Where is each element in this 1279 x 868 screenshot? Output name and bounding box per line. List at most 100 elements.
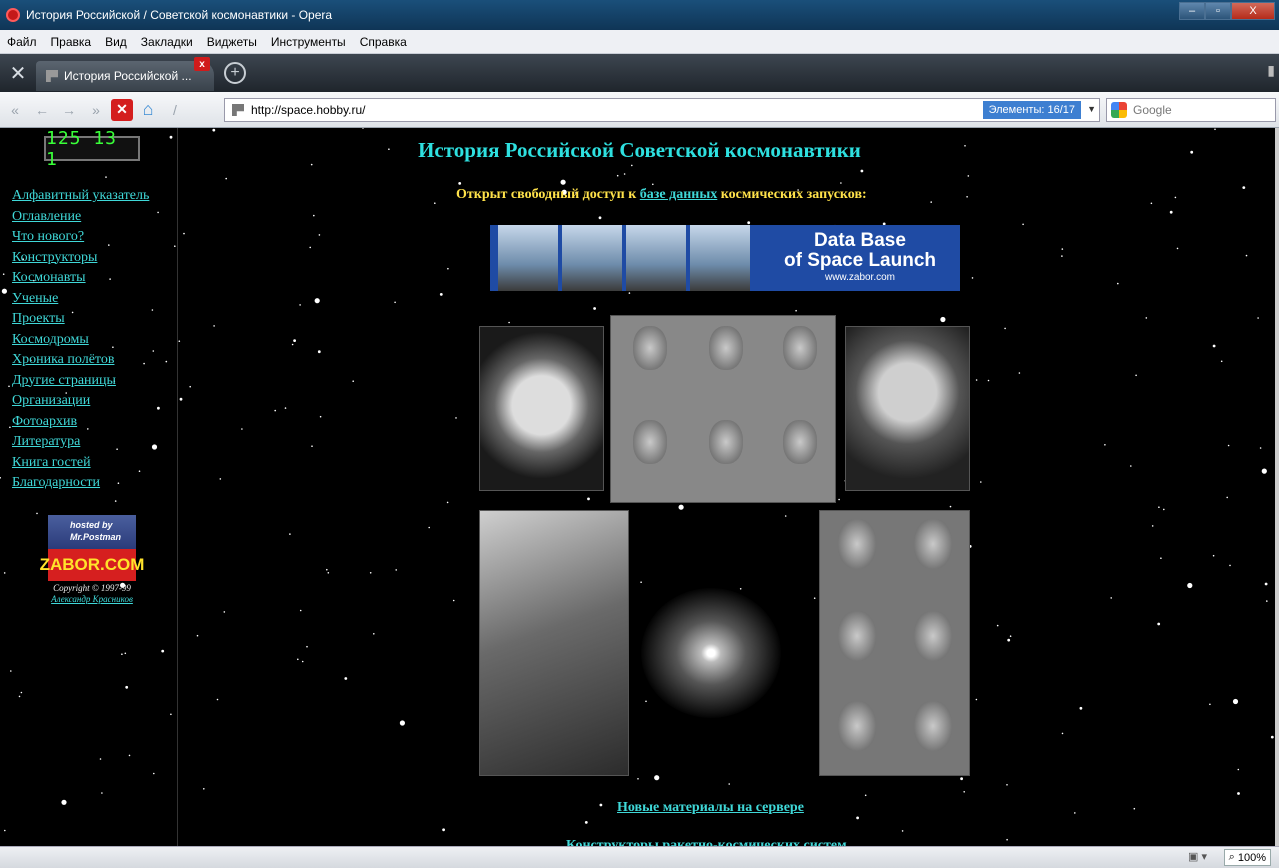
link-guestbook[interactable]: Книга гостей: [12, 453, 149, 474]
star: [225, 177, 227, 180]
rocket-photo-1: [498, 225, 558, 291]
sidebar: 125 13 1 Алфавитный указатель Оглавление…: [0, 128, 178, 846]
database-link[interactable]: базе данных: [640, 187, 718, 202]
star: [616, 174, 619, 177]
star: [1130, 465, 1132, 467]
link-cosmonauts[interactable]: Космонавты: [12, 268, 149, 289]
link-projects[interactable]: Проекты: [12, 309, 149, 330]
close-window-button[interactable]: X: [1231, 2, 1275, 20]
star: [1214, 128, 1216, 131]
star: [1151, 525, 1154, 527]
star: [652, 183, 654, 186]
menu-bookmarks[interactable]: Закладки: [134, 35, 200, 49]
link-acknowledgements[interactable]: Благодарности: [12, 473, 149, 494]
back-icon[interactable]: ←: [30, 98, 54, 122]
sidebar-links: Алфавитный указатель Оглавление Что ново…: [12, 186, 149, 494]
star: [949, 505, 952, 508]
trash-icon[interactable]: ▮: [1267, 62, 1275, 79]
menu-widgets[interactable]: Виджеты: [200, 35, 264, 49]
new-materials-link[interactable]: Новые материалы на сервере: [617, 800, 804, 816]
launch-pad-photo: [479, 510, 629, 776]
star: [1227, 444, 1230, 447]
star: [645, 700, 647, 703]
menu-file[interactable]: Файл: [0, 35, 44, 49]
scientist-portrait-6: [914, 701, 952, 751]
menu-edit[interactable]: Правка: [44, 35, 99, 49]
zoom-value: 100%: [1237, 851, 1266, 864]
menu-tools[interactable]: Инструменты: [264, 35, 353, 49]
star: [1264, 582, 1268, 586]
star: [1018, 372, 1021, 374]
star: [640, 581, 642, 583]
star: [628, 292, 631, 294]
star: [971, 277, 974, 279]
search-placeholder: Google: [1133, 103, 1172, 117]
star: [654, 775, 660, 781]
minimize-button[interactable]: –: [1179, 2, 1205, 20]
link-designers[interactable]: Конструкторы: [12, 248, 149, 269]
fast-forward-icon[interactable]: »: [84, 98, 108, 122]
author-link[interactable]: Александр Красников: [51, 594, 133, 604]
star: [1009, 635, 1012, 637]
zoom-control[interactable]: ⌕ 100%: [1223, 849, 1271, 866]
stop-icon[interactable]: ✕: [111, 98, 133, 121]
star: [795, 309, 797, 312]
star: [446, 501, 449, 504]
star: [840, 182, 842, 184]
star: [394, 301, 396, 304]
star: [1061, 732, 1064, 735]
link-contents[interactable]: Оглавление: [12, 207, 149, 228]
open-access-headline: Открыт свободный доступ к базе данных ко…: [456, 187, 867, 203]
maximize-button[interactable]: ▫: [1205, 2, 1231, 20]
constructors-link[interactable]: Конструкторы ракетно-космических систем: [566, 838, 847, 846]
status-icons[interactable]: ▣ ▾: [1188, 850, 1207, 863]
star: [306, 645, 308, 648]
star: [975, 379, 978, 381]
star: [987, 379, 990, 382]
star: [241, 428, 243, 430]
forward-icon[interactable]: →: [57, 98, 81, 122]
link-alphabetical-index[interactable]: Алфавитный указатель: [12, 186, 149, 207]
hosted-by-badge[interactable]: hosted by Mr.Postman ZABOR.COM: [40, 515, 144, 581]
star: [631, 164, 633, 167]
tab-active[interactable]: История Российской ... x: [36, 57, 214, 91]
star: [1079, 706, 1083, 710]
elements-badge[interactable]: Элементы: 16/17: [982, 101, 1081, 119]
copyright: Copyright © 1997-99 Александр Красников: [26, 583, 158, 605]
scrollbar[interactable]: [1275, 128, 1279, 846]
chevron-down-icon[interactable]: ▼: [1087, 104, 1096, 114]
space-launch-banner[interactable]: Data Base of Space Launch www.zabor.com: [490, 225, 960, 291]
portrait-2: [709, 326, 743, 370]
link-cosmodromes[interactable]: Космодромы: [12, 330, 149, 351]
link-photo-archive[interactable]: Фотоархив: [12, 412, 149, 433]
search-input[interactable]: Google: [1106, 98, 1276, 122]
star: [1160, 557, 1162, 559]
menu-view[interactable]: Вид: [98, 35, 134, 49]
star: [1145, 317, 1148, 319]
rewind-icon[interactable]: «: [3, 98, 27, 122]
star: [856, 816, 859, 820]
star: [930, 201, 932, 203]
link-organizations[interactable]: Организации: [12, 391, 149, 412]
link-literature[interactable]: Литература: [12, 432, 149, 453]
link-flight-chronicle[interactable]: Хроника полётов: [12, 350, 149, 371]
link-whats-new[interactable]: Что нового?: [12, 227, 149, 248]
tab-close-button[interactable]: x: [194, 57, 210, 71]
link-scientists[interactable]: Ученые: [12, 289, 149, 310]
star: [291, 343, 294, 346]
address-toolbar: « ← → » ✕ ⌂ / http://space.hobby.ru/ Эле…: [0, 92, 1279, 128]
home-icon[interactable]: ⌂: [136, 98, 160, 122]
star: [289, 533, 291, 535]
scientists-collage: [819, 510, 970, 776]
opera-logo-icon: [6, 8, 20, 22]
link-other-pages[interactable]: Другие страницы: [12, 371, 149, 392]
edit-icon[interactable]: /: [163, 98, 187, 122]
star: [1061, 248, 1064, 250]
star: [284, 407, 287, 409]
star: [1259, 447, 1262, 449]
window-title: История Российской / Советской космонавт…: [26, 8, 333, 22]
address-field[interactable]: http://space.hobby.ru/ Элементы: 16/17 ▼: [224, 98, 1100, 122]
tools-icon[interactable]: ✕: [0, 58, 36, 88]
new-tab-button[interactable]: +: [224, 62, 246, 84]
menu-help[interactable]: Справка: [353, 35, 414, 49]
